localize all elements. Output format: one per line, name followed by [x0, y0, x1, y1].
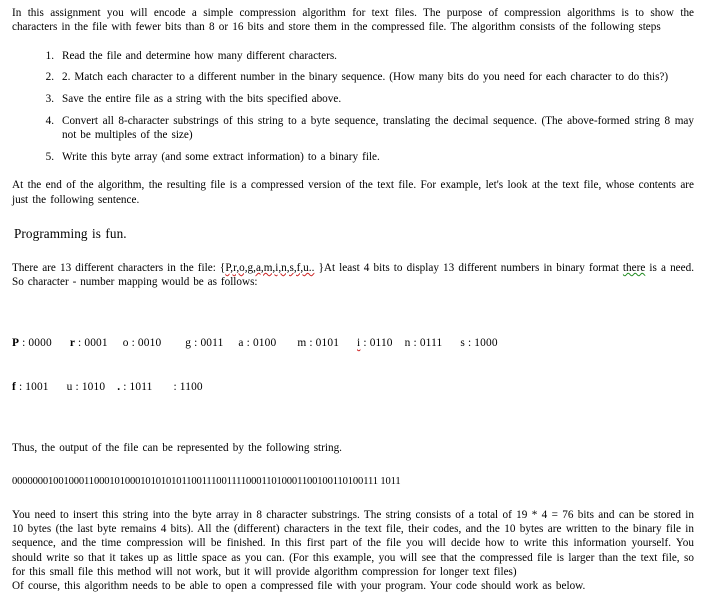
map-char-o: o	[122, 336, 129, 349]
mapping-row: P : 0000 r : 0001 o : 0010 g : 0011 a : …	[12, 336, 498, 349]
closing-paragraph: You need to insert this string into the …	[12, 508, 694, 578]
algorithm-steps-list: Read the file and determine how many dif…	[12, 49, 694, 165]
charset-middle: }At least 4 bits to display 13 different…	[314, 261, 623, 274]
map-code-a: 0100	[252, 336, 277, 349]
map-char-i: i	[357, 336, 361, 349]
final-line: Of course, this algorithm needs to be ab…	[12, 580, 586, 593]
misspelled-word: there	[622, 261, 646, 274]
charset-list: P,r,o,g,a,m,i,n,s,f,u..	[225, 261, 315, 274]
mapping-row: f : 1001 u : 1010 . : 1011 : 1100	[12, 380, 203, 393]
map-char-s: s	[460, 336, 465, 349]
map-code-P: 0000	[28, 336, 52, 349]
map-char-dot: .	[117, 380, 121, 393]
list-item: Convert all 8-character substrings of th…	[58, 114, 694, 143]
map-char-P: P	[12, 336, 20, 349]
after-algorithm-paragraph: At the end of the algorithm, the resulti…	[12, 179, 694, 206]
map-code-u: 1010	[81, 380, 106, 393]
character-code-mapping: P : 0000 r : 0001 o : 0010 g : 0011 a : …	[12, 307, 694, 424]
list-item: Save the entire file as a string with th…	[58, 92, 694, 106]
charset-lead: There are 13 different characters in the…	[12, 261, 226, 274]
map-char-m: m	[297, 336, 307, 349]
thus-paragraph: Thus, the output of the file can be repr…	[12, 442, 342, 455]
map-code-f: 1001	[25, 380, 49, 393]
map-code-r: 0001	[84, 336, 108, 349]
intro-paragraph: In this assignment you will encode a sim…	[12, 7, 694, 34]
charset-paragraph: There are 13 different characters in the…	[12, 261, 694, 290]
example-sentence: Programming is fun.	[14, 225, 127, 241]
document-page: In this assignment you will encode a sim…	[0, 0, 706, 592]
list-item: 2. Match each character to a different n…	[58, 70, 694, 84]
map-char-f: f	[12, 380, 16, 393]
map-code-i: 0110	[369, 336, 393, 349]
map-code-o: 0010	[137, 336, 162, 349]
map-char-g: g	[185, 336, 192, 349]
list-item: Write this byte array (and some extract …	[58, 150, 694, 164]
binary-string: 0000000100100011000101000101010101100111…	[12, 475, 401, 487]
map-char-r: r	[69, 336, 76, 349]
map-char-u: u	[66, 380, 73, 393]
map-code-n: 0111	[419, 336, 443, 349]
map-code-m: 0101	[315, 336, 340, 349]
map-code-g: 0011	[200, 336, 224, 349]
map-code-space: 1100	[179, 380, 203, 393]
list-item: Read the file and determine how many dif…	[58, 49, 694, 63]
map-code-dot: 1011	[129, 380, 153, 393]
map-char-n: n	[404, 336, 411, 349]
map-code-s: 1000	[474, 336, 498, 349]
map-char-a: a	[238, 336, 244, 349]
